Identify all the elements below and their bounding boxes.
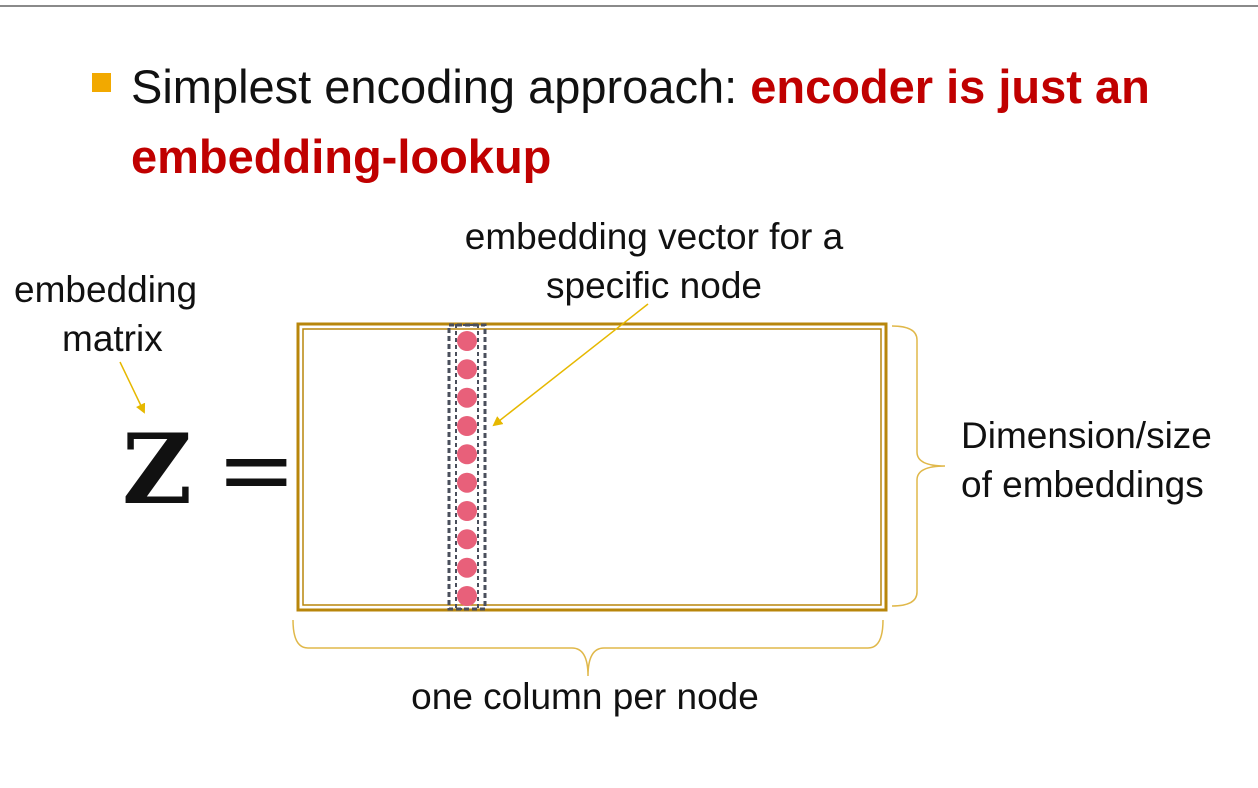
vector-label-arrow: [492, 303, 649, 427]
vector-element-dot: [457, 331, 477, 351]
vector-element-dot: [457, 586, 477, 606]
embedding-diagram: [119, 303, 946, 677]
matrix-inner-border: [302, 328, 882, 606]
vector-element-dot: [457, 472, 477, 493]
column-brace: [292, 619, 884, 677]
embedding-vector-column: [447, 323, 487, 611]
vector-element-dot: [457, 359, 477, 380]
vector-elements: [457, 331, 477, 606]
vector-element-dot: [457, 529, 477, 550]
vector-element-dot: [457, 444, 477, 465]
dimension-brace: [891, 325, 946, 607]
vector-element-dot: [457, 501, 477, 521]
matrix-outer-border: [296, 322, 888, 612]
embedding-matrix: [296, 322, 888, 612]
matrix-label-arrow: [119, 361, 146, 414]
vector-element-dot: [457, 416, 477, 436]
vector-element-dot: [457, 557, 477, 578]
vector-element-dot: [457, 387, 477, 408]
